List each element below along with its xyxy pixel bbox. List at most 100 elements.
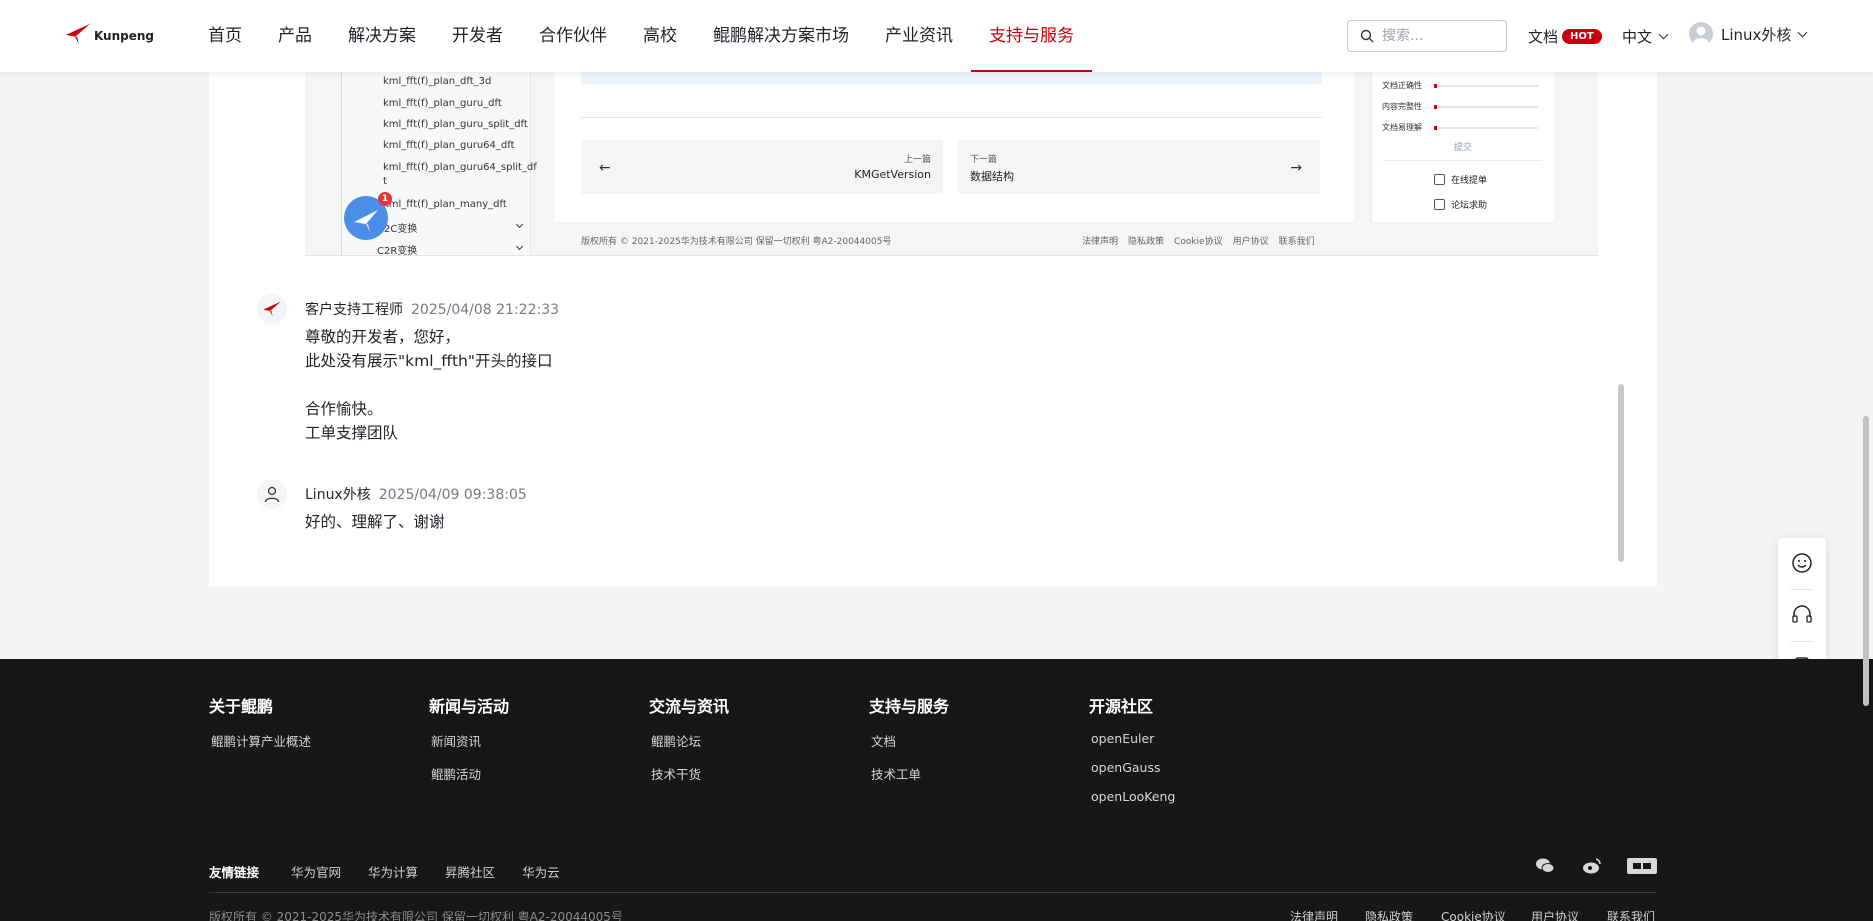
comment-meta: Linux外核 2025/04/09 09:38:05 xyxy=(305,484,527,504)
chevron-down-icon xyxy=(1658,29,1669,40)
friend-link[interactable]: 华为计算 xyxy=(368,862,418,881)
forum-help: 论坛求助 xyxy=(1434,198,1487,211)
footer-column-community: 交流与资讯 鲲鹏论坛 技术干货 xyxy=(649,693,729,797)
feedback-button[interactable] xyxy=(1778,538,1826,588)
footer-legal-link[interactable]: Cookie协议 xyxy=(1441,908,1506,921)
friend-link[interactable]: 华为云 xyxy=(522,862,560,881)
online-ticket-label: 在线提单 xyxy=(1451,176,1488,186)
ticket-icon xyxy=(1434,174,1445,185)
arrow-right-icon: → xyxy=(1290,160,1302,176)
prev-label: 上一篇 xyxy=(903,155,931,165)
site-footer: 关于鲲鹏 鲲鹏计算产业概述 新闻与活动 新闻资讯 鲲鹏活动 交流与资讯 鲲鹏论坛… xyxy=(0,659,1873,921)
sidebar-group-label: C2R变换 xyxy=(377,246,418,256)
next-title: 数据结构 xyxy=(970,170,1014,183)
nav-industry-news[interactable]: 产业资讯 xyxy=(867,0,971,72)
comment-line: 此处没有展示"kml_ffth"开头的接口 xyxy=(305,352,553,370)
footer-column-title: 新闻与活动 xyxy=(429,697,510,716)
friend-link[interactable]: 华为官网 xyxy=(291,862,341,881)
toutiao-button[interactable] xyxy=(1627,857,1657,875)
comment-author: Linux外核 xyxy=(305,487,371,503)
nav-universities[interactable]: 高校 xyxy=(625,0,695,72)
page-scrollbar[interactable] xyxy=(1863,416,1869,706)
footer-link[interactable]: 新闻资讯 xyxy=(431,731,509,750)
footer-link[interactable]: 技术工单 xyxy=(871,764,949,783)
comment-meta: 客户支持工程师 2025/04/08 21:22:33 xyxy=(305,299,559,319)
screenshot-footer-links: 法律声明 隐私政策 Cookie协议 用户协议 联系我们 xyxy=(1082,234,1315,247)
footer-column-about: 关于鲲鹏 鲲鹏计算产业概述 xyxy=(209,693,311,764)
sidebar-group: C2R变换 xyxy=(377,242,524,256)
notification-badge: 1 xyxy=(378,192,392,206)
nav-products[interactable]: 产品 xyxy=(260,0,330,72)
info-bar xyxy=(581,72,1322,84)
footer-column-title: 支持与服务 xyxy=(869,697,950,716)
weibo-icon xyxy=(1583,858,1601,874)
sidebar-item: kml_fft(f)_plan_guru_dft xyxy=(383,98,502,109)
chevron-down-icon xyxy=(515,220,524,229)
screenshot-footer-link: 联系我们 xyxy=(1278,237,1315,247)
screenshot-footer-link: Cookie协议 xyxy=(1174,237,1223,247)
footer-link[interactable]: openLooKeng xyxy=(1091,789,1175,804)
toutiao-icon xyxy=(1627,858,1657,874)
footer-link[interactable]: 鲲鹏活动 xyxy=(431,764,509,783)
forum-icon xyxy=(1434,199,1445,210)
assistant-bird-button[interactable]: 1 xyxy=(344,192,392,240)
comment-card: kml_fft(f)_plan_dft_3d kml_fft(f)_plan_g… xyxy=(209,72,1657,587)
footer-column-title: 关于鲲鹏 xyxy=(209,697,274,716)
comment-line: 合作愉快。 xyxy=(305,400,383,418)
kunpeng-logo-icon xyxy=(263,301,281,317)
hot-badge: HOT xyxy=(1562,29,1602,44)
nav-partners[interactable]: 合作伙伴 xyxy=(521,0,625,72)
wechat-icon xyxy=(1536,858,1555,873)
weibo-button[interactable] xyxy=(1582,857,1602,875)
friend-link[interactable]: 昇腾社区 xyxy=(445,862,495,881)
user-avatar-icon xyxy=(1689,22,1713,46)
online-ticket: 在线提单 xyxy=(1434,173,1487,186)
kunpeng-logo[interactable]: Kunpeng xyxy=(64,14,154,54)
docs-label: 文档 xyxy=(1528,28,1559,46)
docs-link[interactable]: 文档 HOT xyxy=(1528,26,1602,47)
nav-developers[interactable]: 开发者 xyxy=(434,0,521,72)
comment-body: 好的、理解了、谢谢 xyxy=(305,510,445,534)
user-menu[interactable]: Linux外核 xyxy=(1689,22,1808,46)
nav-solutions[interactable]: 解决方案 xyxy=(330,0,434,72)
kunpeng-logo-icon xyxy=(65,23,91,45)
footer-link[interactable]: openEuler xyxy=(1091,731,1175,746)
nav-solution-market[interactable]: 鲲鹏解决方案市场 xyxy=(695,0,867,72)
attached-screenshot[interactable]: kml_fft(f)_plan_dft_3d kml_fft(f)_plan_g… xyxy=(305,72,1598,256)
footer-column-support: 支持与服务 文档 技术工单 xyxy=(869,693,949,797)
screenshot-footer-link: 隐私政策 xyxy=(1128,237,1165,247)
sidebar-item: kml_fft(f)_plan_guru64_split_df xyxy=(383,162,537,173)
comment-author: 客户支持工程师 xyxy=(305,302,403,318)
wechat-button[interactable] xyxy=(1535,857,1555,875)
nav-support[interactable]: 支持与服务 xyxy=(971,0,1092,72)
search-box[interactable] xyxy=(1347,20,1507,52)
screenshot-footer-link: 法律声明 xyxy=(1082,237,1119,247)
footer-legal-link[interactable]: 隐私政策 xyxy=(1365,908,1413,921)
user-icon xyxy=(264,486,280,503)
footer-link[interactable]: 技术干货 xyxy=(651,764,729,783)
search-input[interactable] xyxy=(1382,28,1492,44)
user-name: Linux外核 xyxy=(1721,25,1792,44)
nav-home[interactable]: 首页 xyxy=(190,0,260,72)
footer-legal-link[interactable]: 法律声明 xyxy=(1290,908,1338,921)
sidebar-item: kml_fft(f)_plan_guru64_dft xyxy=(383,140,515,151)
footer-column-news: 新闻与活动 新闻资讯 鲲鹏活动 xyxy=(429,693,509,797)
footer-link[interactable]: 文档 xyxy=(871,731,949,750)
footer-link[interactable]: openGauss xyxy=(1091,760,1175,775)
comment-scrollbar[interactable] xyxy=(1618,384,1624,562)
customer-service-button[interactable] xyxy=(1778,590,1826,640)
prev-page: ← 上一篇 KMGetVersion xyxy=(581,140,943,194)
comment-time: 2025/04/08 21:22:33 xyxy=(411,302,560,318)
headset-icon xyxy=(1792,605,1812,623)
footer-link[interactable]: 鲲鹏论坛 xyxy=(651,731,729,750)
comment-line: 工单支撑团队 xyxy=(305,424,399,442)
footer-legal-link[interactable]: 联系我们 xyxy=(1607,908,1655,921)
comment-line: 尊敬的开发者，您好， xyxy=(305,328,461,346)
footer-legal-link[interactable]: 用户协议 xyxy=(1531,908,1579,921)
chevron-down-icon xyxy=(515,242,524,251)
language-label: 中文 xyxy=(1622,28,1653,46)
footer-link[interactable]: 鲲鹏计算产业概述 xyxy=(211,731,311,750)
next-label: 下一篇 xyxy=(970,155,998,165)
arrow-left-icon: ← xyxy=(599,160,611,176)
language-select[interactable]: 中文 xyxy=(1622,26,1669,47)
